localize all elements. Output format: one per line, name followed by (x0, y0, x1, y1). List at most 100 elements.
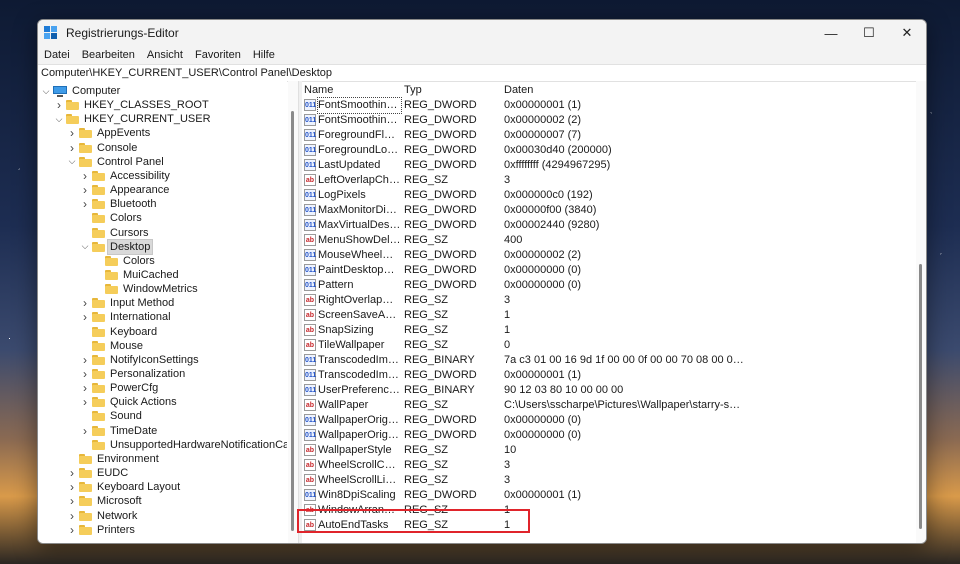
tree-node[interactable]: Mouse (80, 339, 145, 353)
tree-node[interactable]: › Quick Actions (80, 395, 179, 409)
tree-node[interactable]: › AppEvents (67, 126, 152, 140)
tree-node[interactable]: › Console (67, 141, 139, 155)
chevron-right-icon[interactable]: › (80, 424, 90, 438)
column-header-type[interactable]: Typ (404, 84, 502, 96)
value-row[interactable]: 011 WallpaperOriginX REG_DWORD 0x00000000 (… (302, 413, 916, 428)
tree-node[interactable]: › NotifyIconSettings (80, 353, 201, 367)
tree-node[interactable]: MuiCached (93, 268, 181, 282)
chevron-right-icon[interactable]: › (80, 353, 90, 367)
chevron-right-icon[interactable]: › (80, 197, 90, 211)
value-row[interactable]: ab WindowArrange... REG_SZ 1 (302, 503, 916, 518)
value-row[interactable]: abRightOverlapCharsREG_SZ 3 (302, 293, 916, 308)
value-row[interactable]: ab WheelScrollLines REG_SZ 3 (302, 473, 916, 488)
minimize-button[interactable]: — (812, 20, 850, 46)
value-row[interactable]: 011 TranscodedImag... REG_DWORD 0x00000001 … (302, 368, 916, 383)
tree-node[interactable]: › Appearance (80, 183, 171, 197)
menu-favoriten[interactable]: Favoriten (189, 49, 247, 61)
chevron-right-icon[interactable]: › (80, 296, 90, 310)
chevron-right-icon[interactable]: › (80, 310, 90, 324)
menu-ansicht[interactable]: Ansicht (141, 49, 189, 61)
tree-node[interactable]: Colors (80, 211, 144, 225)
chevron-right-icon[interactable]: › (80, 395, 90, 409)
tree-node[interactable]: Keyboard (80, 325, 159, 339)
tree-node[interactable]: › PowerCfg (80, 381, 160, 395)
menu-datei[interactable]: Datei (38, 49, 76, 61)
value-row[interactable]: 011ForegroundFlash...REG_DWORD 0x00000007… (302, 128, 916, 143)
value-row[interactable]: ab MenuShowDelay REG_SZ 400 (302, 233, 916, 248)
value-row[interactable]: 011 MaxVirtualDeskt... REG_DWORD 0x00002440… (302, 218, 916, 233)
column-header-data[interactable]: Daten (504, 84, 744, 96)
value-row[interactable]: ab WallPaper REG_SZ C:\Users\sscharpe\Pictu… (302, 398, 916, 413)
tree-node[interactable]: Sound (80, 409, 144, 423)
value-row[interactable]: ab LeftOverlapChars REG_SZ 3 (302, 173, 916, 188)
tree-node[interactable]: Colors (93, 254, 157, 268)
column-header-name[interactable]: Name (304, 84, 402, 96)
values-scrollbar-thumb[interactable] (919, 264, 922, 529)
value-row[interactable]: ab ScreenSaveActive REG_SZ 1 (302, 308, 916, 323)
value-row[interactable]: 011FontSmoothingO...REG_DWORD 0x00000001 … (302, 97, 916, 114)
maximize-button[interactable]: ☐ (850, 20, 888, 46)
tree-node[interactable]: ⌵ Computer (41, 84, 122, 98)
chevron-down-icon[interactable]: ⌵ (80, 240, 90, 254)
tree-node[interactable]: › Network (67, 509, 139, 523)
chevron-down-icon[interactable]: ⌵ (67, 155, 77, 169)
chevron-right-icon[interactable]: › (80, 367, 90, 381)
value-row[interactable]: 011 FontSmoothingT... REG_DWORD 0x00000002 … (302, 113, 916, 128)
tree-node[interactable]: › Microsoft (67, 494, 144, 508)
value-row[interactable]: ab SnapSizing REG_SZ 1 (302, 323, 916, 338)
tree-node[interactable]: ⌵ Control Panel (67, 155, 166, 169)
value-row[interactable]: 011 Win8DpiScaling REG_DWORD 0x00000001 (1) (302, 488, 916, 503)
values-scrollbar[interactable] (916, 81, 926, 543)
address-bar[interactable]: Computer\HKEY_CURRENT_USER\Control Panel… (38, 64, 926, 82)
chevron-right-icon[interactable]: › (80, 183, 90, 197)
tree-node[interactable]: › Bluetooth (80, 197, 158, 211)
tree-node[interactable]: › Input Method (80, 296, 176, 310)
chevron-right-icon[interactable]: › (67, 141, 77, 155)
title-bar[interactable]: Registrierungs-Editor — ☐ ✕ (38, 20, 926, 46)
chevron-right-icon[interactable]: › (80, 169, 90, 183)
value-row[interactable]: 011MouseWheelRou...REG_DWORD 0x00000002 (… (302, 248, 916, 263)
chevron-right-icon[interactable]: › (80, 381, 90, 395)
tree-scrollbar-thumb[interactable] (291, 111, 294, 531)
value-row[interactable]: 011 MaxMonitorDim... REG_DWORD 0x00000f00 (… (302, 203, 916, 218)
chevron-down-icon[interactable]: ⌵ (41, 84, 51, 98)
menu-bearbeiten[interactable]: Bearbeiten (76, 49, 141, 61)
tree-node[interactable]: ⌵ HKEY_CURRENT_USER (54, 112, 213, 126)
value-row[interactable]: 011 Pattern REG_DWORD 0x00000000 (0) (302, 278, 916, 293)
tree-node[interactable]: › Printers (67, 523, 137, 537)
chevron-right-icon[interactable]: › (54, 98, 64, 112)
tree-node[interactable]: UnsupportedHardwareNotificationCach (80, 438, 287, 452)
value-row[interactable]: 011 UserPreferences... REG_BINARY 90 12 03 … (302, 383, 916, 398)
value-row[interactable]: 011 TranscodedImag... REG_BINARY 7a c3 01 0… (302, 353, 916, 368)
value-row[interactable]: 011 WallpaperOriginY REG_DWORD 0x00000000 (… (302, 428, 916, 443)
value-row[interactable]: 011 ForegroundLock... REG_DWORD 0x00030d40 … (302, 143, 916, 158)
chevron-right-icon[interactable]: › (67, 494, 77, 508)
tree-scrollbar[interactable] (288, 81, 298, 543)
tree-node[interactable]: › HKEY_CLASSES_ROOT (54, 98, 211, 112)
value-row[interactable]: 011 LastUpdated REG_DWORD 0xffffffff (42949… (302, 158, 916, 173)
value-row-autoendtasks[interactable]: ab AutoEndTasks REG_SZ 1 (302, 518, 916, 533)
tree-node[interactable]: › TimeDate (80, 424, 159, 438)
chevron-right-icon[interactable]: › (67, 509, 77, 523)
value-row[interactable]: 011PaintDesktopVers...REG_DWORD 0x0000000… (302, 263, 916, 278)
value-row[interactable]: 011 LogPixels REG_DWORD 0x000000c0 (192) (302, 188, 916, 203)
tree-node[interactable]: › Keyboard Layout (67, 480, 182, 494)
tree-node[interactable]: › Personalization (80, 367, 187, 381)
chevron-down-icon[interactable]: ⌵ (54, 112, 64, 126)
menu-hilfe[interactable]: Hilfe (247, 49, 281, 61)
close-button[interactable]: ✕ (888, 20, 926, 46)
tree-node[interactable]: WindowMetrics (93, 282, 200, 296)
chevron-right-icon[interactable]: › (67, 523, 77, 537)
chevron-right-icon[interactable]: › (67, 126, 77, 140)
tree-node[interactable]: ⌵ Desktop (80, 238, 154, 255)
chevron-right-icon[interactable]: › (67, 466, 77, 480)
chevron-right-icon[interactable]: › (67, 480, 77, 494)
tree-node[interactable]: › International (80, 310, 173, 324)
tree-node[interactable]: › EUDC (67, 466, 130, 480)
value-row[interactable]: ab WheelScrollChars REG_SZ 3 (302, 458, 916, 473)
value-row[interactable]: ab WallpaperStyle REG_SZ 10 (302, 443, 916, 458)
value-row[interactable]: ab TileWallpaper REG_SZ 0 (302, 338, 916, 353)
tree-node[interactable]: Environment (67, 452, 161, 466)
tree-node[interactable]: › Accessibility (80, 169, 172, 183)
tree-node[interactable]: Cursors (80, 226, 151, 240)
